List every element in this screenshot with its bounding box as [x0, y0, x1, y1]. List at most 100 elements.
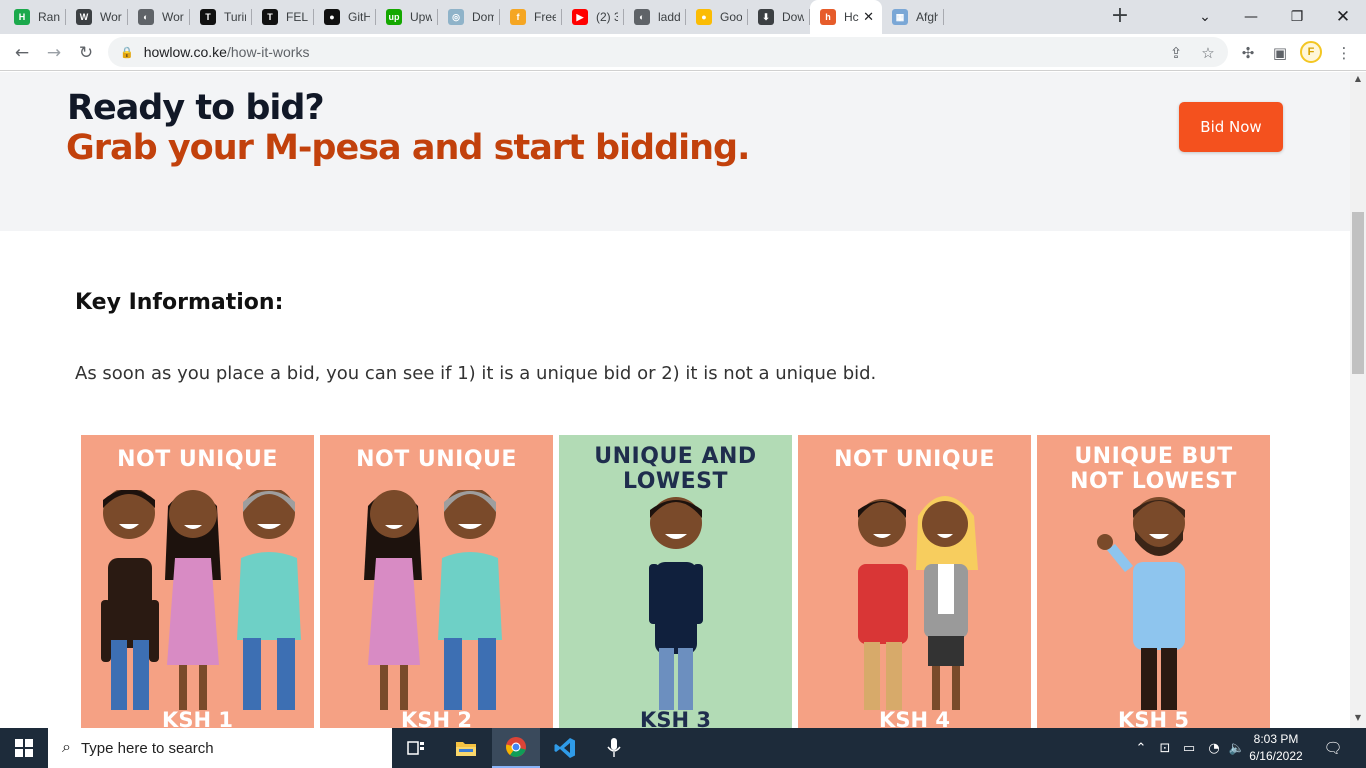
minimize-button[interactable]: —: [1228, 0, 1274, 34]
bidder-illustration: [649, 497, 703, 710]
cta-subtitle: Grab your M-pesa and start bidding.: [66, 128, 750, 168]
bid-card-price: KSH 3: [640, 708, 711, 728]
task-view-icon[interactable]: [392, 728, 440, 768]
bidders-illustration: [858, 496, 978, 710]
browser-tab-label: Turing: [224, 10, 246, 24]
extensions-puzzle-icon[interactable]: ✣: [1236, 41, 1260, 65]
restore-button[interactable]: ❐: [1274, 0, 1320, 34]
browser-tab-label: Doma: [472, 10, 494, 24]
scroll-up-arrow-icon[interactable]: ▲: [1350, 74, 1366, 88]
cta-title: Ready to bid?: [67, 88, 325, 128]
scroll-down-arrow-icon[interactable]: ▼: [1350, 713, 1366, 727]
forward-button[interactable]: →: [41, 40, 67, 66]
reload-button[interactable]: ↻: [73, 40, 99, 66]
scrollbar-thumb[interactable]: [1352, 212, 1364, 374]
menu-kebab-icon[interactable]: ⋮: [1332, 41, 1356, 65]
bidders-illustration: [364, 490, 502, 710]
browser-tab[interactable]: ◎ Doma: [438, 0, 500, 34]
page-icon: ▦: [892, 9, 908, 25]
new-tab-button[interactable]: +: [1108, 4, 1132, 28]
search-icon: ⌕: [62, 739, 71, 756]
github-icon: ●: [324, 9, 340, 25]
page-viewport: Ready to bid? Grab your M-pesa and start…: [0, 72, 1350, 728]
clock-date: 6/16/2022: [1249, 749, 1303, 763]
bid-card-winner: UNIQUE AND LOWEST KSH 3: [559, 435, 792, 728]
globe-icon: ◐: [634, 9, 650, 25]
volume-icon[interactable]: 🔈: [1226, 728, 1248, 768]
url-path: /how-it-works: [226, 44, 310, 60]
bid-now-button[interactable]: Bid Now: [1179, 102, 1283, 152]
bid-card-title: NOT UNIQUE: [834, 447, 995, 472]
tab-list: H Rank W WordF ◐ World T Turing T FELIX ● GitHu up Up…: [4, 0, 944, 34]
turing-icon: T: [200, 9, 216, 25]
close-tab-icon[interactable]: ✕: [863, 9, 874, 25]
back-button[interactable]: ←: [9, 40, 35, 66]
browser-tab[interactable]: ▦ Afgha: [882, 0, 944, 34]
browser-tab-label: Down: [782, 10, 804, 24]
browser-tab[interactable]: ◐ World: [128, 0, 190, 34]
taskbar-clock[interactable]: 8:03 PM 6/16/2022: [1246, 731, 1306, 765]
upwork-icon: up: [386, 9, 402, 25]
file-explorer-icon[interactable]: [442, 728, 490, 768]
bid-card-title: UNIQUE BUT NOT LOWEST: [1070, 444, 1237, 494]
voice-recorder-icon[interactable]: [590, 728, 638, 768]
lock-icon: 🔒: [120, 46, 134, 59]
google-keep-icon: ●: [696, 9, 712, 25]
browser-tab-strip: H Rank W WordF ◐ World T Turing T FELIX ● GitHu up Up…: [0, 0, 1366, 34]
browser-toolbar: ← → ↻ 🔒 howlow.co.ke/how-it-works ⇪ ☆ ✣ …: [0, 34, 1366, 71]
bidders-illustration: [101, 490, 301, 710]
browser-tab-label: laddsi: [658, 10, 680, 24]
show-hidden-icons-chevron-icon[interactable]: ⌃: [1131, 728, 1151, 768]
clock-time: 8:03 PM: [1253, 732, 1299, 746]
vscode-taskbar-icon[interactable]: [541, 728, 589, 768]
windows-start-icon[interactable]: [0, 728, 48, 768]
browser-tab[interactable]: ● GitHu: [314, 0, 376, 34]
chrome-taskbar-icon[interactable]: [492, 728, 540, 768]
browser-tab[interactable]: ▶ (2) 30: [562, 0, 624, 34]
browser-tab-label: (2) 30: [596, 10, 618, 24]
cta-banner: Ready to bid? Grab your M-pesa and start…: [0, 72, 1350, 231]
bid-examples: NOT UNIQUE KSH 1 NOT UNIQUE KSH 2 UNIQUE…: [81, 435, 1270, 728]
browser-tab-label: Googl: [720, 10, 742, 24]
bid-card-title: NOT UNIQUE: [356, 447, 517, 472]
browser-tab[interactable]: ⬇ Down: [748, 0, 810, 34]
wifi-icon[interactable]: ◔: [1203, 728, 1225, 768]
browser-tab[interactable]: W WordF: [66, 0, 128, 34]
bid-card-price: KSH 2: [401, 708, 472, 728]
page-scrollbar[interactable]: [1350, 72, 1366, 728]
browser-tab[interactable]: up Upwo: [376, 0, 438, 34]
browser-tab-label: World: [162, 10, 184, 24]
bid-card-price: KSH 1: [162, 708, 233, 728]
address-bar[interactable]: 🔒 howlow.co.ke/how-it-works: [108, 37, 1228, 67]
browser-tab[interactable]: H Rank: [4, 0, 66, 34]
browser-tab[interactable]: f Freela: [500, 0, 562, 34]
taskbar-search-box[interactable]: ⌕ Type here to search: [48, 728, 392, 768]
browser-tab[interactable]: ◐ laddsi: [624, 0, 686, 34]
url-domain: howlow.co.ke: [143, 44, 227, 60]
close-window-button[interactable]: ✕: [1320, 0, 1366, 34]
browser-tab[interactable]: h Hc ✕: [810, 0, 882, 34]
share-icon[interactable]: ⇪: [1164, 41, 1188, 65]
howlow-icon: h: [820, 9, 836, 25]
download-icon: ⬇: [758, 9, 774, 25]
profile-avatar[interactable]: F: [1300, 41, 1322, 63]
key-information-text: As soon as you place a bid, you can see …: [75, 363, 877, 384]
bid-card: NOT UNIQUE KSH 2: [320, 435, 553, 728]
browser-tab-label: Afgha: [916, 10, 938, 24]
bid-card: UNIQUE BUT NOT LOWEST KSH 5: [1037, 435, 1270, 728]
tab-search-chevron-icon[interactable]: ⌄: [1182, 0, 1228, 34]
meet-now-icon[interactable]: ⊡: [1155, 728, 1175, 768]
domain-icon: ◎: [448, 9, 464, 25]
browser-tab[interactable]: T FELIX: [252, 0, 314, 34]
browser-tab-label: Rank: [38, 10, 60, 24]
browser-tab[interactable]: T Turing: [190, 0, 252, 34]
browser-tab-label: Hc: [844, 10, 859, 24]
bid-card-price: KSH 4: [879, 708, 950, 728]
bookmark-star-icon[interactable]: ☆: [1196, 41, 1220, 65]
battery-icon[interactable]: ▭: [1178, 728, 1200, 768]
taskbar-search-placeholder: Type here to search: [80, 739, 214, 757]
notification-center-icon[interactable]: 🗨: [1320, 728, 1346, 768]
bid-card: NOT UNIQUE: [798, 435, 1031, 728]
browser-tab[interactable]: ● Googl: [686, 0, 748, 34]
side-panel-icon[interactable]: ▣: [1268, 41, 1292, 65]
